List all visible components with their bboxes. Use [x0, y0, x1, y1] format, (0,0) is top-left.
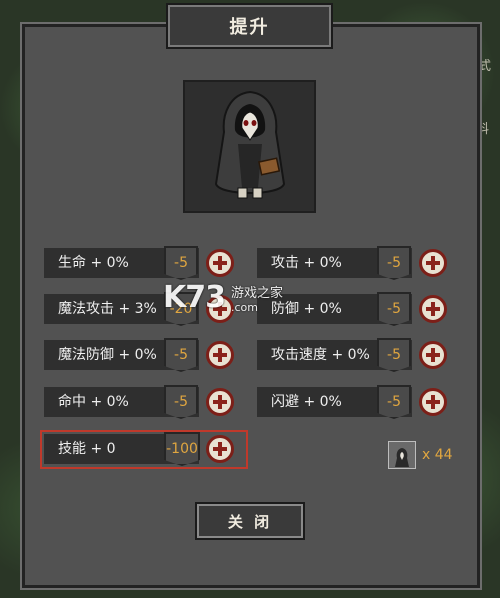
cost-tag: -5	[164, 385, 198, 419]
cost-tag: -5	[377, 292, 411, 326]
cost-tag: -100	[164, 432, 200, 466]
site-watermark: K73 游戏之家 .com	[163, 280, 283, 315]
plus-button-skill[interactable]	[206, 435, 234, 463]
cost-tag: -5	[377, 385, 411, 419]
plus-button-magic-defense[interactable]	[206, 341, 234, 369]
plus-button-defense[interactable]	[419, 295, 447, 323]
reaper-token-icon	[388, 441, 416, 469]
plus-button-attack-speed[interactable]	[419, 341, 447, 369]
panel-title: 提升	[168, 5, 331, 47]
watermark-sub: .com	[231, 300, 258, 314]
cost-tag: -5	[164, 338, 198, 372]
currency-display: x 44	[388, 441, 453, 469]
hooded-figure-icon	[214, 90, 285, 199]
cost-tag: -5	[377, 246, 411, 280]
plus-button-health[interactable]	[206, 249, 234, 277]
watermark-logo: K73	[163, 280, 226, 315]
watermark-text: 游戏之家	[231, 285, 284, 301]
plus-button-attack[interactable]	[419, 249, 447, 277]
currency-count: x 44	[422, 447, 453, 463]
cost-tag: -5	[377, 338, 411, 372]
plus-button-evasion[interactable]	[419, 388, 447, 416]
character-portrait	[183, 80, 316, 213]
plus-button-accuracy[interactable]	[206, 388, 234, 416]
close-button[interactable]: 关 闭	[197, 504, 303, 538]
cost-tag: -5	[164, 246, 198, 280]
